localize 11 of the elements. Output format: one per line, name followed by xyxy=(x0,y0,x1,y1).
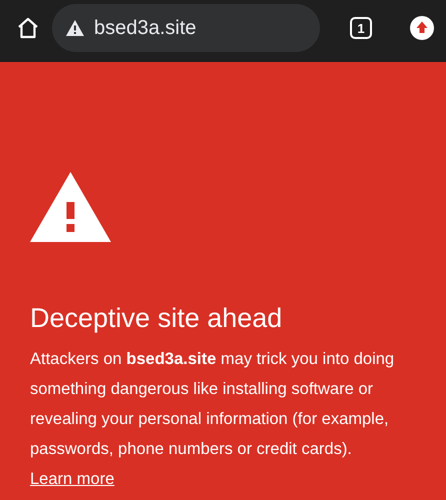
tab-switcher-button[interactable]: 1 xyxy=(350,17,372,39)
home-button[interactable] xyxy=(16,16,40,40)
warning-icon xyxy=(30,172,111,242)
address-bar[interactable]: bsed3a.site xyxy=(52,4,320,52)
warning-message: Attackers on bsed3a.site may trick you into doing something dangerous like installing software or revealing your personal information (for example, passwords, phone numbers or credit cards). Learn more xyxy=(30,349,396,490)
learn-more-link[interactable]: Learn more xyxy=(30,470,114,488)
url-text: bsed3a.site xyxy=(94,16,196,40)
update-button[interactable] xyxy=(410,16,434,40)
home-icon xyxy=(16,16,40,40)
warning-icon xyxy=(66,20,84,36)
warning-title: Deceptive site ahead xyxy=(30,303,284,334)
